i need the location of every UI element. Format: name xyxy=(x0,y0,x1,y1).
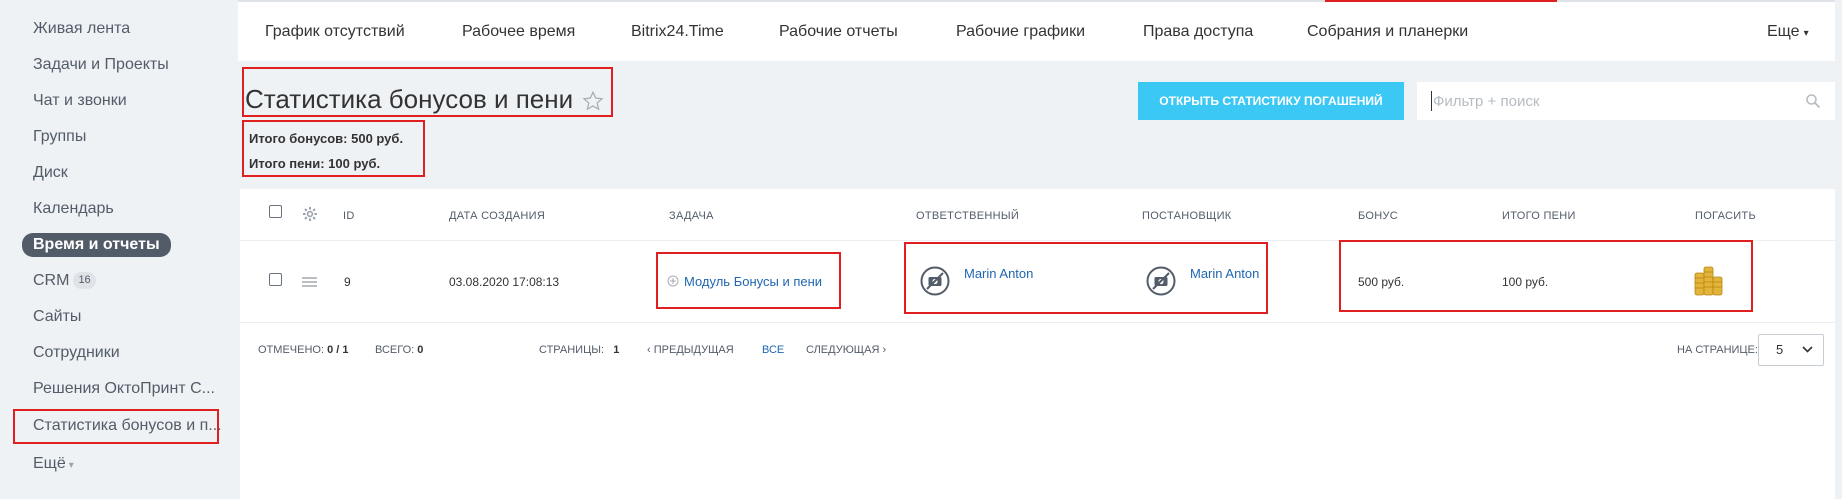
cell-id: 9 xyxy=(344,275,351,289)
sidebar-item-octoprint[interactable]: Решения ОктоПринт С... xyxy=(33,378,215,400)
plus-circle-icon xyxy=(667,275,679,287)
cell-bonus: 500 руб. xyxy=(1358,275,1405,289)
gear-icon[interactable] xyxy=(302,206,318,222)
tab-work-schedules[interactable]: Рабочие графики xyxy=(956,23,1085,41)
total-penalty: Итого пени: 100 руб. xyxy=(249,156,381,171)
column-header-responsible[interactable]: ОТВЕТСТВЕННЫЙ xyxy=(916,210,1019,222)
cell-penalty: 100 руб. xyxy=(1502,275,1549,289)
all-pages-link[interactable]: ВСЕ xyxy=(762,344,784,356)
sidebar-item-live-feed[interactable]: Живая лента xyxy=(33,18,130,40)
row-checkbox[interactable] xyxy=(269,273,282,286)
sidebar-item-sites[interactable]: Сайты xyxy=(33,306,81,328)
tab-more-label: Еще xyxy=(1767,23,1800,40)
task-link[interactable]: Модуль Бонусы и пени xyxy=(684,274,822,289)
page-title: Статистика бонусов и пени xyxy=(245,84,574,114)
tab-meetings[interactable]: Собрания и планерки xyxy=(1307,23,1468,41)
per-page-label: НА СТРАНИЦЕ: xyxy=(1677,344,1758,356)
column-header-creator[interactable]: ПОСТАНОВЩИК xyxy=(1142,210,1232,222)
selected-value: 0 / 1 xyxy=(327,344,349,356)
per-page-value: 5 xyxy=(1776,342,1784,357)
text-cursor xyxy=(1431,91,1432,111)
selected-count: ОТМЕЧЕНО: 0 / 1 xyxy=(258,344,348,356)
total-bonus: Итого бонусов: 500 руб. xyxy=(249,131,404,146)
sidebar-item-label: CRM xyxy=(33,272,70,289)
star-icon[interactable] xyxy=(582,90,604,112)
open-repayment-stats-button[interactable]: ОТКРЫТЬ СТАТИСТИКУ ПОГАШЕНИЙ xyxy=(1138,82,1404,120)
column-header-id[interactable]: ID xyxy=(343,210,355,222)
select-all-checkbox[interactable] xyxy=(269,205,282,218)
pages: СТРАНИЦЫ: 1 xyxy=(539,344,619,356)
total-value: 0 xyxy=(417,344,424,356)
chevron-down-icon: ▾ xyxy=(1803,28,1809,39)
tab-work-time[interactable]: Рабочее время xyxy=(462,23,575,41)
total-label: ВСЕГО: xyxy=(375,344,415,356)
tab-access-rights[interactable]: Права доступа xyxy=(1143,23,1253,41)
top-accent-line xyxy=(1325,0,1557,2)
tab-more[interactable]: Еще ▾ xyxy=(1767,23,1809,41)
creator-link[interactable]: Marin Anton xyxy=(1190,266,1259,281)
sidebar-item-employees[interactable]: Сотрудники xyxy=(33,342,120,364)
sidebar-item-more[interactable]: Ещё ▾ xyxy=(33,453,74,475)
sidebar-item-groups[interactable]: Группы xyxy=(33,126,86,148)
selected-label: ОТМЕЧЕНО: xyxy=(258,344,324,356)
search-input[interactable] xyxy=(1417,82,1835,120)
chevron-right-icon: › xyxy=(882,344,887,356)
sidebar-highlight-frame xyxy=(13,409,219,444)
prev-label: ПРЕДЫДУЩАЯ xyxy=(653,344,734,356)
prev-page-link[interactable]: ‹ ПРЕДЫДУЩАЯ xyxy=(647,344,734,356)
sidebar-item-disk[interactable]: Диск xyxy=(33,162,68,184)
tab-work-reports[interactable]: Рабочие отчеты xyxy=(779,23,898,41)
sidebar-item-crm[interactable]: CRM 16 xyxy=(33,270,96,292)
sidebar-item-tasks[interactable]: Задачи и Проекты xyxy=(33,54,169,76)
chevron-down-icon: ▾ xyxy=(68,460,74,471)
coins-icon[interactable] xyxy=(1693,263,1725,297)
per-page-select[interactable]: 5 xyxy=(1758,334,1824,366)
sidebar-item-chat[interactable]: Чат и звонки xyxy=(33,90,127,112)
column-header-penalty[interactable]: ИТОГО ПЕНИ xyxy=(1502,210,1576,222)
row-menu-icon[interactable] xyxy=(301,276,318,288)
sidebar-item-time-reports[interactable]: Время и отчеты xyxy=(22,233,171,257)
crm-count-badge: 16 xyxy=(73,272,96,290)
creator-avatar-icon[interactable] xyxy=(1146,266,1176,296)
sidebar-item-label: Ещё xyxy=(33,455,66,472)
chevron-down-icon xyxy=(1802,346,1813,353)
column-header-repay[interactable]: ПОГАСИТЬ xyxy=(1695,210,1756,222)
cell-created: 03.08.2020 17:08:13 xyxy=(449,275,560,289)
next-label: СЛЕДУЮЩАЯ xyxy=(806,344,880,356)
column-header-created[interactable]: ДАТА СОЗДАНИЯ xyxy=(449,210,545,222)
column-header-bonus[interactable]: БОНУС xyxy=(1358,210,1398,222)
chevron-left-icon: ‹ xyxy=(647,344,651,356)
total-count: ВСЕГО: 0 xyxy=(375,344,423,356)
responsible-avatar-icon[interactable] xyxy=(920,266,950,296)
tab-bitrix24-time[interactable]: Bitrix24.Time xyxy=(631,23,724,41)
search-icon[interactable] xyxy=(1805,93,1821,109)
next-page-link[interactable]: СЛЕДУЮЩАЯ › xyxy=(806,344,886,356)
sidebar-item-calendar[interactable]: Календарь xyxy=(33,198,114,220)
tab-absence-chart[interactable]: График отсутствий xyxy=(265,23,405,41)
responsible-link[interactable]: Marin Anton xyxy=(964,266,1033,281)
pages-value: 1 xyxy=(613,344,620,356)
right-edge xyxy=(1835,0,1842,499)
pages-label: СТРАНИЦЫ: xyxy=(539,344,605,356)
column-header-task[interactable]: ЗАДАЧА xyxy=(669,210,714,222)
